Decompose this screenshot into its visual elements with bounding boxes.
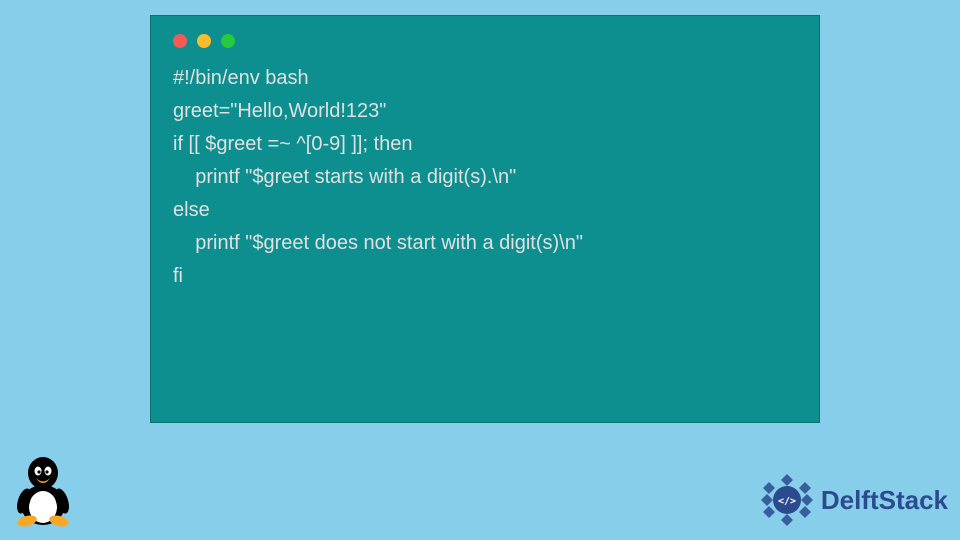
- delftstack-text: DelftStack: [821, 485, 948, 516]
- code-line: if [[ $greet =~ ^[0-9] ]]; then: [173, 128, 797, 161]
- maximize-icon: [221, 34, 235, 48]
- code-line: printf "$greet does not start with a dig…: [173, 227, 797, 260]
- code-line: else: [173, 194, 797, 227]
- delftstack-badge-icon: </>: [759, 472, 815, 528]
- code-line: greet="Hello,World!123": [173, 95, 797, 128]
- code-line: fi: [173, 260, 797, 293]
- close-icon: [173, 34, 187, 48]
- code-line: printf "$greet starts with a digit(s).\n…: [173, 161, 797, 194]
- code-window: #!/bin/env bash greet="Hello,World!123" …: [150, 15, 820, 423]
- minimize-icon: [197, 34, 211, 48]
- tux-penguin-icon: [12, 455, 74, 532]
- delftstack-logo: </> DelftStack: [759, 472, 948, 528]
- svg-text:</>: </>: [778, 496, 796, 507]
- code-line: #!/bin/env bash: [173, 62, 797, 95]
- window-controls: [173, 34, 797, 48]
